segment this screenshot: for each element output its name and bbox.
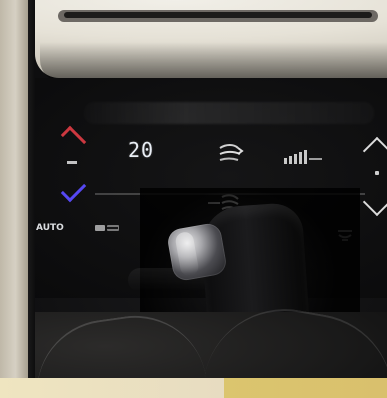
bottom-border-strip-left xyxy=(0,378,224,398)
left-frame-edge xyxy=(28,0,35,398)
top-vent-inner xyxy=(64,12,372,18)
auto-mode-label[interactable]: AUTO xyxy=(36,223,64,233)
temperature-readout: 20 xyxy=(128,138,155,162)
panel-reflection xyxy=(84,102,374,124)
fan-level-dot xyxy=(375,171,379,175)
car-climate-control-photo: 20 AUTO xyxy=(0,0,387,398)
fan-speed-level-icon xyxy=(284,150,322,164)
left-pillar xyxy=(0,0,28,398)
bottom-border-strip-right xyxy=(224,378,387,398)
dashboard-trim-shadow xyxy=(40,42,387,82)
recirculation-icon[interactable] xyxy=(94,222,120,234)
temperature-indicator-dash xyxy=(67,161,77,164)
gear-selector-knob[interactable] xyxy=(165,221,229,283)
fan-icon[interactable] xyxy=(216,142,246,166)
